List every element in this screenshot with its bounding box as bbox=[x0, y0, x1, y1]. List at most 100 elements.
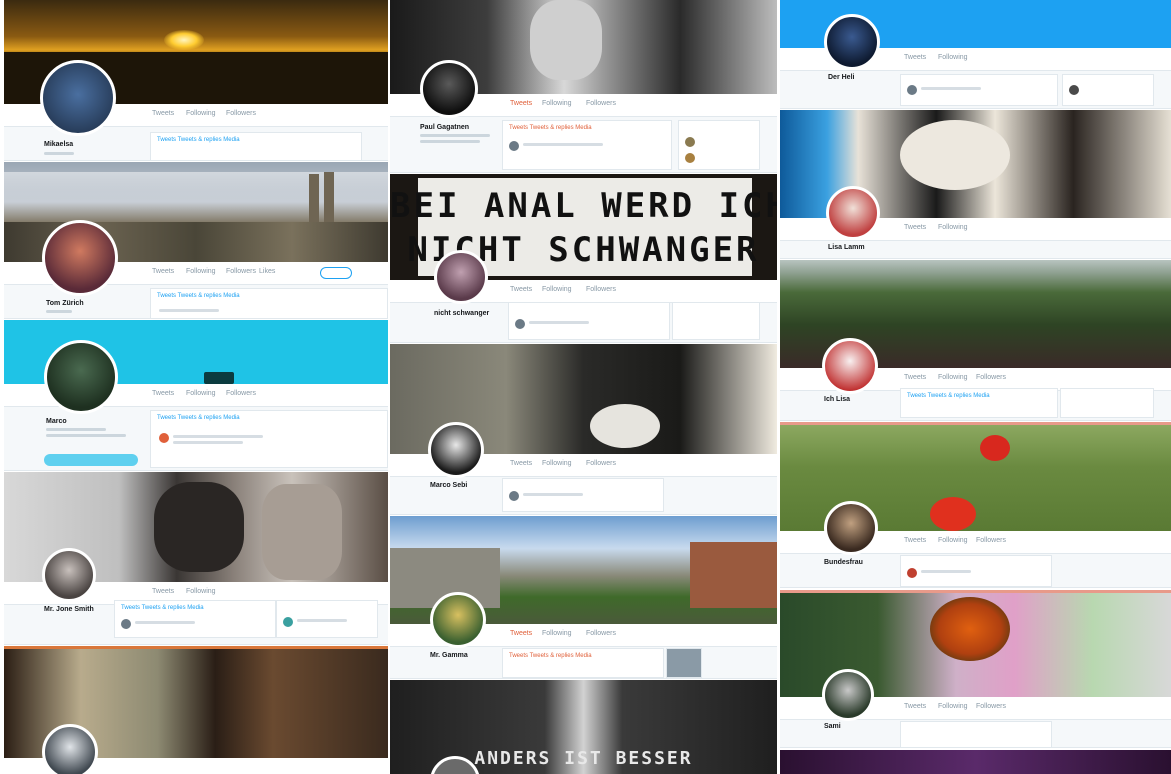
tweet-line bbox=[173, 435, 263, 438]
profile-name: Bundesfrau bbox=[824, 559, 863, 566]
avatar[interactable] bbox=[822, 669, 874, 721]
tweet-line bbox=[523, 493, 583, 496]
tweet-feed bbox=[502, 478, 664, 512]
tab-following[interactable]: Following bbox=[186, 588, 216, 598]
tweet-line bbox=[523, 143, 603, 146]
feed-tabs[interactable]: Tweets Tweets & replies Media bbox=[509, 653, 592, 659]
tab-followers[interactable]: Followers bbox=[226, 390, 256, 400]
column-divider bbox=[388, 0, 390, 774]
tweet-avatar bbox=[509, 491, 519, 501]
tab-tweets[interactable]: Tweets bbox=[152, 390, 174, 400]
tab-following[interactable]: Following bbox=[542, 630, 572, 640]
profile-card-cow: Tweets Following Lisa Lamm bbox=[780, 110, 1171, 259]
profile-bio bbox=[420, 134, 490, 137]
tab-likes[interactable]: Likes bbox=[259, 268, 275, 278]
profile-name: Ich Lisa bbox=[824, 396, 851, 403]
tab-following[interactable]: Following bbox=[542, 100, 572, 110]
tab-tweets[interactable]: Tweets bbox=[904, 537, 926, 547]
tab-tweets[interactable]: Tweets bbox=[152, 110, 174, 120]
collage-column-middle: Tweets Following Followers Paul Gagatnen… bbox=[390, 0, 777, 774]
tab-followers[interactable]: Followers bbox=[976, 537, 1006, 547]
tab-tweets[interactable]: Tweets bbox=[152, 588, 174, 598]
avatar[interactable] bbox=[420, 60, 478, 118]
avatar[interactable] bbox=[824, 501, 878, 555]
edit-profile-chip[interactable] bbox=[204, 372, 234, 384]
profile-card-blue: Tweets Following Der Heli bbox=[780, 0, 1171, 109]
tab-following[interactable]: Following bbox=[542, 286, 572, 296]
avatar[interactable] bbox=[44, 340, 118, 414]
tab-tweets[interactable]: Tweets bbox=[904, 224, 926, 234]
avatar[interactable] bbox=[42, 548, 96, 602]
tab-following[interactable]: Following bbox=[938, 374, 968, 384]
tab-followers[interactable]: Followers bbox=[226, 268, 256, 278]
tab-tweets[interactable]: Tweets bbox=[904, 54, 926, 64]
avatar[interactable] bbox=[428, 422, 484, 478]
tweet-feed bbox=[900, 555, 1052, 587]
tab-followers[interactable]: Followers bbox=[586, 630, 616, 640]
tab-following[interactable]: Following bbox=[186, 110, 216, 120]
tab-tweets[interactable]: Tweets bbox=[510, 630, 532, 640]
profile-name: Marco bbox=[46, 418, 67, 425]
tab-followers[interactable]: Followers bbox=[976, 703, 1006, 713]
tab-following[interactable]: Following bbox=[186, 390, 216, 400]
feed-tabs[interactable]: Tweets Tweets & replies Media bbox=[157, 293, 240, 299]
profile-card-cathedral: Tweets Following Followers Likes Tom Zür… bbox=[4, 162, 388, 319]
who-to-follow bbox=[678, 120, 760, 170]
tweet-avatar bbox=[159, 433, 169, 443]
tweet-avatar bbox=[121, 619, 131, 629]
avatar[interactable] bbox=[42, 724, 98, 774]
tab-followers[interactable]: Followers bbox=[226, 110, 256, 120]
suggested-avatar bbox=[1069, 85, 1079, 95]
who-to-follow bbox=[1062, 74, 1154, 106]
avatar[interactable] bbox=[40, 60, 116, 136]
avatar[interactable] bbox=[822, 338, 878, 394]
feed-tabs[interactable]: Tweets Tweets & replies Media bbox=[157, 415, 240, 421]
tweet-avatar bbox=[509, 141, 519, 151]
profile-bio bbox=[46, 434, 126, 437]
profile-card-flower: Tweets Following Followers Sami bbox=[780, 590, 1171, 748]
suggestion-line bbox=[297, 619, 347, 622]
tab-following[interactable]: Following bbox=[186, 268, 216, 278]
profile-bio bbox=[420, 140, 480, 143]
avatar[interactable] bbox=[42, 220, 118, 296]
sun-glow bbox=[164, 30, 204, 50]
tab-followers[interactable]: Followers bbox=[586, 460, 616, 470]
tweet-to-button[interactable] bbox=[44, 454, 138, 466]
profile-card-hands: Tweets Following Mr. Jone Smith Tweets T… bbox=[4, 472, 388, 645]
tab-tweets[interactable]: Tweets bbox=[152, 268, 174, 278]
hand-shape bbox=[154, 482, 244, 572]
tab-following[interactable]: Following bbox=[938, 54, 968, 64]
profile-name: Mr. Jone Smith bbox=[44, 606, 94, 613]
profile-name: Lisa Lamm bbox=[828, 244, 865, 251]
tweet-feed: Tweets Tweets & replies Media bbox=[502, 120, 672, 170]
tweet-avatar bbox=[907, 568, 917, 578]
feed-tabs[interactable]: Tweets Tweets & replies Media bbox=[121, 605, 204, 611]
tab-following[interactable]: Following bbox=[938, 537, 968, 547]
tab-tweets[interactable]: Tweets bbox=[510, 100, 532, 110]
profile-card-sign: BEI ANAL WERD ICH NICHT SCHWANGER Tweets… bbox=[390, 174, 777, 343]
feed-tabs[interactable]: Tweets Tweets & replies Media bbox=[509, 125, 592, 131]
tweet-feed bbox=[900, 721, 1052, 747]
who-to-follow bbox=[276, 600, 378, 638]
profile-card-poppies: Tweets Following Followers Bundesfrau bbox=[780, 422, 1171, 588]
collage-column-right: Tweets Following Der Heli Tweets Followi… bbox=[780, 0, 1171, 774]
tab-tweets[interactable]: Tweets bbox=[904, 703, 926, 713]
tab-followers[interactable]: Followers bbox=[586, 286, 616, 296]
tab-tweets[interactable]: Tweets bbox=[510, 286, 532, 296]
avatar[interactable] bbox=[434, 250, 488, 304]
feed-tabs[interactable]: Tweets Tweets & replies Media bbox=[157, 137, 240, 143]
tab-following[interactable]: Following bbox=[938, 703, 968, 713]
avatar[interactable] bbox=[824, 14, 880, 70]
tab-tweets[interactable]: Tweets bbox=[510, 460, 532, 470]
tab-tweets[interactable]: Tweets bbox=[904, 374, 926, 384]
who-to-follow bbox=[1060, 388, 1154, 418]
avatar[interactable] bbox=[430, 592, 486, 648]
follow-button[interactable] bbox=[320, 267, 352, 279]
avatar[interactable] bbox=[826, 186, 880, 240]
tab-following[interactable]: Following bbox=[938, 224, 968, 234]
tab-followers[interactable]: Followers bbox=[586, 100, 616, 110]
tab-following[interactable]: Following bbox=[542, 460, 572, 470]
tab-followers[interactable]: Followers bbox=[976, 374, 1006, 384]
feed-tabs[interactable]: Tweets Tweets & replies Media bbox=[907, 393, 990, 399]
profile-card-bw-man: Tweets Following Followers Paul Gagatnen… bbox=[390, 0, 777, 173]
